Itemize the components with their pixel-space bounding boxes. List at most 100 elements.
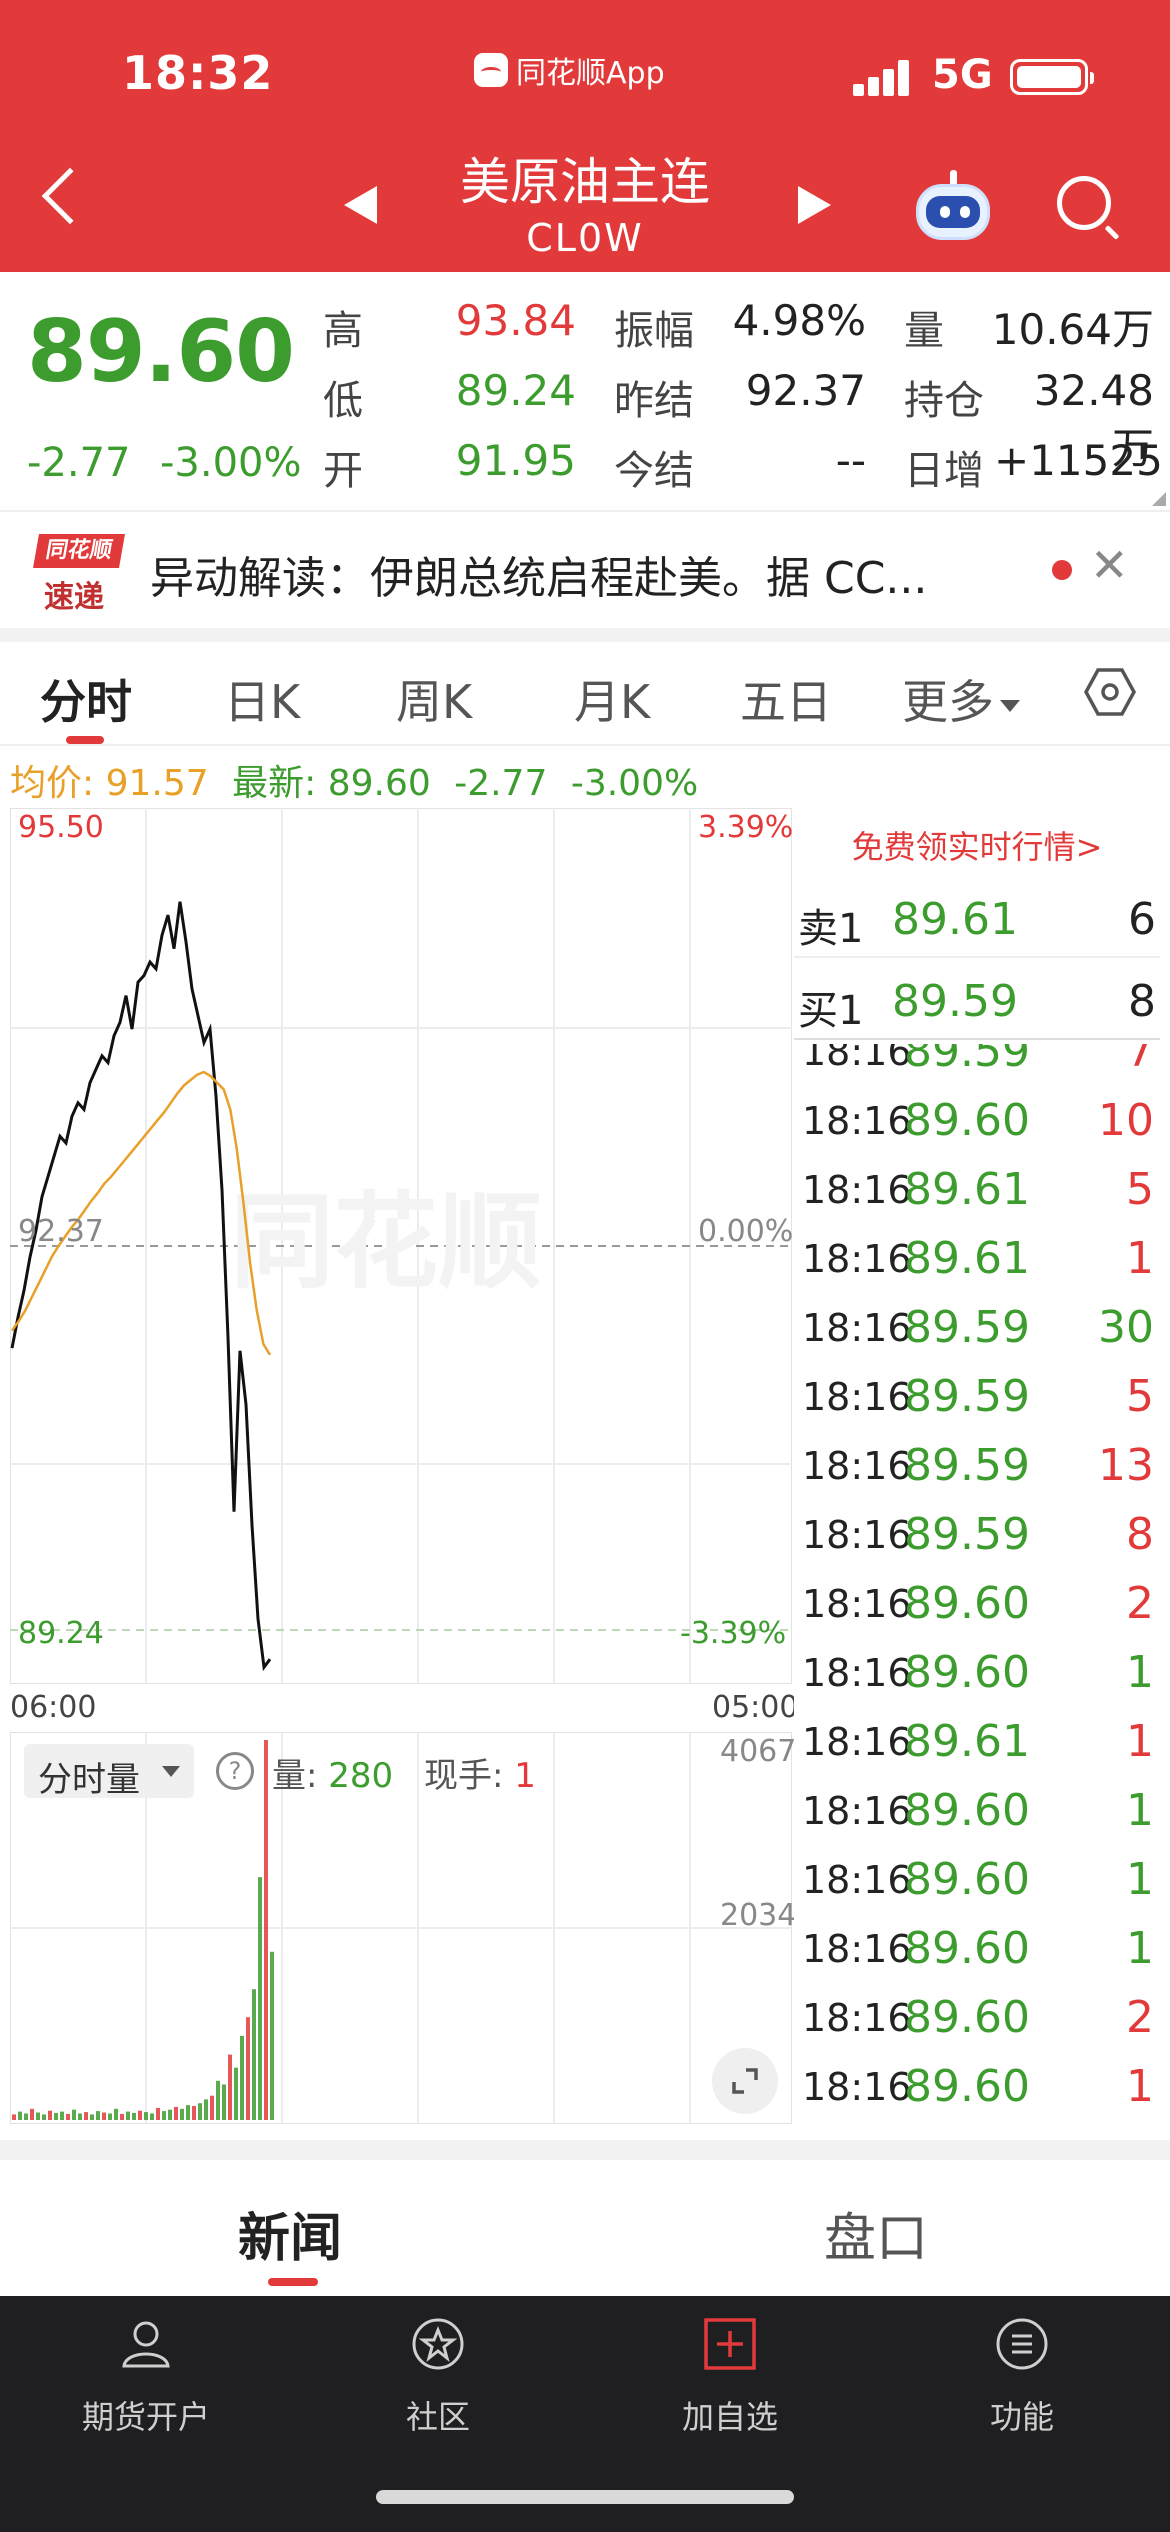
prev-settle-value: 92.37	[745, 366, 866, 415]
high-label: 高	[323, 308, 363, 354]
volume-bar	[264, 1740, 268, 2120]
fullscreen-icon[interactable]	[712, 2048, 778, 2114]
tick-price: 89.60	[904, 1785, 1030, 1836]
tick-time: 18:16	[802, 1237, 912, 1281]
x-axis-start-label: 06:00	[10, 1690, 97, 1725]
star-circle-icon	[412, 2318, 464, 2370]
volume-bar	[168, 2109, 172, 2120]
y-axis-mid-label: 92.37	[18, 1214, 104, 1249]
volume-bar	[216, 2080, 220, 2120]
volume-bar	[96, 2111, 100, 2120]
amplitude-value: 4.98%	[732, 296, 866, 345]
tick-row: 18:16 89.61 1	[794, 1708, 1160, 1777]
tick-row: 18:16 89.60 1	[794, 1639, 1160, 1708]
last-change-pct: -3.00%	[570, 763, 699, 804]
tick-row: 18:16 89.60 2	[794, 1984, 1160, 2053]
prev-settle-label: 昨结	[614, 378, 694, 424]
volume-bar	[114, 2108, 118, 2120]
tick-time: 18:16	[802, 1996, 912, 2040]
low-value: 89.24	[455, 366, 576, 415]
tick-price: 89.61	[904, 1716, 1030, 1767]
volume-bar	[48, 2110, 52, 2120]
nav-open-account[interactable]: 期货开户	[0, 2296, 292, 2466]
chart-tabs: 分时 日K 周K 月K 五日 更多	[0, 642, 1170, 746]
volume-bar	[84, 2112, 88, 2120]
y-axis-right-max-label: 3.39%	[698, 810, 794, 845]
tab-more[interactable]: 更多	[902, 666, 1020, 732]
tab-monthly-k[interactable]: 月K	[574, 666, 650, 732]
close-icon[interactable]: ✕	[1090, 538, 1129, 592]
tab-weekly-k[interactable]: 周K	[396, 666, 472, 732]
robot-assistant-icon[interactable]	[912, 170, 994, 240]
last-value: 89.60	[327, 763, 431, 804]
volume-bar	[240, 2035, 244, 2120]
prev-contract-button[interactable]	[344, 186, 377, 224]
contract-code: CL0W	[526, 216, 644, 260]
price-info-line: 均价: 91.57 最新: 89.60 -2.77 -3.00%	[10, 754, 698, 806]
tick-time: 18:16	[802, 1044, 912, 1074]
help-icon[interactable]: ?	[216, 1752, 254, 1790]
next-contract-button[interactable]	[798, 186, 831, 224]
volume-bar	[246, 2017, 250, 2120]
tick-time: 18:16	[802, 1651, 912, 1695]
volume-bar	[270, 1951, 274, 2120]
tick-price: 89.60	[904, 1578, 1030, 1629]
status-app-indicator[interactable]: 同花顺App	[474, 48, 665, 92]
nav-functions[interactable]: 功能	[876, 2296, 1168, 2466]
back-button[interactable]	[41, 167, 99, 225]
volume-bar	[36, 2112, 40, 2120]
header: 18:32 同花顺App 5G 美原油主连 CL0W	[0, 0, 1170, 272]
daily-change-label: 日增	[904, 448, 984, 494]
last-change: -2.77	[454, 763, 548, 804]
free-realtime-quote-link[interactable]: 免费领实时行情>	[794, 822, 1160, 868]
tick-price: 89.60	[904, 1923, 1030, 1974]
nav-add-watchlist[interactable]: 加自选	[584, 2296, 876, 2466]
tick-time: 18:16	[802, 1444, 912, 1488]
settings-hex-icon[interactable]	[1084, 666, 1136, 718]
price-change-pct: -3.00%	[160, 440, 302, 486]
battery-icon	[1010, 59, 1094, 95]
volume-bar	[180, 2108, 184, 2120]
news-ticker[interactable]: 同花顺 速递 异动解读：伊朗总统启程赴美。据 CC... ✕	[0, 510, 1170, 628]
tick-price: 89.60	[904, 1647, 1030, 1698]
tick-price: 89.61	[904, 1233, 1030, 1284]
home-indicator[interactable]	[376, 2490, 794, 2504]
intraday-price-chart[interactable]: 同花顺	[10, 808, 792, 1684]
tick-price: 89.59	[904, 1302, 1030, 1353]
tab-intraday[interactable]: 分时	[40, 666, 132, 732]
volume-bar	[150, 2113, 154, 2120]
tick-time: 18:16	[802, 2065, 912, 2109]
today-settle-label: 今结	[614, 448, 694, 494]
price-change: -2.77	[27, 440, 131, 486]
volume-bar	[90, 2114, 94, 2120]
section-tabs: 新闻 盘口	[0, 2160, 1170, 2296]
search-icon[interactable]	[1057, 176, 1111, 230]
quote-panel[interactable]: 89.60 -2.77 -3.00% 高 93.84 低 89.24 开 91.…	[0, 272, 1170, 510]
volume-bar	[12, 2114, 16, 2120]
open-label: 开	[323, 448, 363, 494]
nav-community[interactable]: 社区	[292, 2296, 584, 2466]
volume-bar	[144, 2112, 148, 2120]
volume-bar	[162, 2111, 166, 2120]
volume-bar	[24, 2113, 28, 2120]
tab-news[interactable]: 新闻	[238, 2196, 342, 2271]
volume-type-dropdown[interactable]: 分时量	[24, 1744, 194, 1800]
tick-price: 89.60	[904, 2061, 1030, 2112]
tick-price: 89.60	[904, 1095, 1030, 1146]
signal-icon	[853, 60, 911, 96]
tick-row: 18:16 89.60 10	[794, 1087, 1160, 1156]
y-axis-min-label: 89.24	[18, 1616, 104, 1651]
status-time: 18:32	[122, 46, 274, 100]
news-headline[interactable]: 异动解读：伊朗总统启程赴美。据 CC...	[150, 542, 1010, 606]
tick-price: 89.60	[904, 1854, 1030, 1905]
volume-bar	[210, 2095, 214, 2120]
tab-order-book[interactable]: 盘口	[824, 2196, 928, 2271]
tick-volume: 30	[1098, 1302, 1154, 1353]
trade-ticks-list[interactable]: 18:16 89.59 7 18:16 89.60 10 18:16 89.61 5 18:16 8…	[794, 1044, 1160, 2124]
tick-row: 18:16 89.60 2	[794, 1570, 1160, 1639]
tick-time: 18:16	[802, 1582, 912, 1626]
tab-five-day[interactable]: 五日	[740, 666, 832, 732]
tab-daily-k[interactable]: 日K	[224, 666, 300, 732]
tick-price: 89.59	[904, 1509, 1030, 1560]
news-flash-logo: 同花顺 速递	[33, 534, 125, 615]
